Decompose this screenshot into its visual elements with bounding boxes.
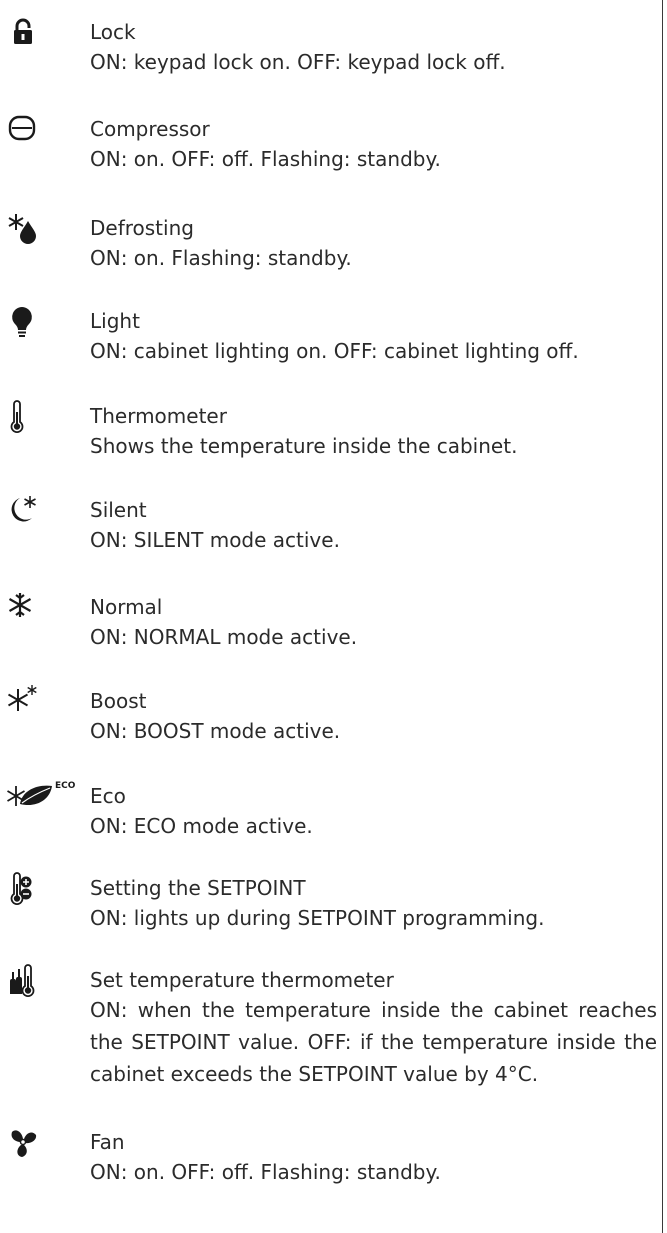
page-margin-rule [662,0,663,1233]
entry-title: Silent [90,498,147,522]
entry-title: Fan [90,1130,125,1154]
entry-description: ON: lights up during SETPOINT programmin… [90,906,545,930]
entry-description: ON: on. OFF: off. Flashing: standby. [90,147,441,171]
entry-title: Boost [90,689,147,713]
bottles-thermometer-icon [6,964,40,998]
entry-description: ON: SILENT mode active. [90,528,340,552]
entry-title: Eco [90,784,126,808]
eco-badge: ECO [55,781,76,791]
snowflake-icon [6,591,40,625]
entry-title: Lock [90,20,136,44]
eco-leaf-icon [6,780,58,814]
thermometer-icon [6,400,40,434]
entry-description: ON: BOOST mode active. [90,719,341,743]
compressor-icon [6,113,40,147]
entry-title: Defrosting [90,216,194,240]
entry-description: ON: on. OFF: off. Flashing: standby. [90,1160,441,1184]
entry-title: Light [90,309,140,333]
defrosting-icon [6,212,40,246]
entry-title: Setting the SETPOINT [90,876,306,900]
entry-title: Normal [90,595,163,619]
entry-description: ON: NORMAL mode active. [90,625,358,649]
setpoint-thermometer-icon [6,872,40,906]
fan-icon [6,1126,40,1160]
entry-description: ON: when the temperature inside the cabi… [90,998,657,1086]
entry-description: ON: cabinet lighting on. OFF: cabinet li… [90,339,579,363]
silent-moon-icon [6,494,40,528]
entry-title: Compressor [90,117,210,141]
lock-icon [6,16,40,50]
entry-title: Thermometer [90,404,227,428]
light-bulb-icon [6,305,40,339]
boost-snowflake-icon [6,685,40,719]
entry-description: ON: on. Flashing: standby. [90,246,352,270]
entry-description: Shows the temperature inside the cabinet… [90,434,518,458]
entry-description: ON: ECO mode active. [90,814,313,838]
entry-description: ON: keypad lock on. OFF: keypad lock off… [90,50,506,74]
entry-title: Set temperature thermometer [90,968,394,992]
